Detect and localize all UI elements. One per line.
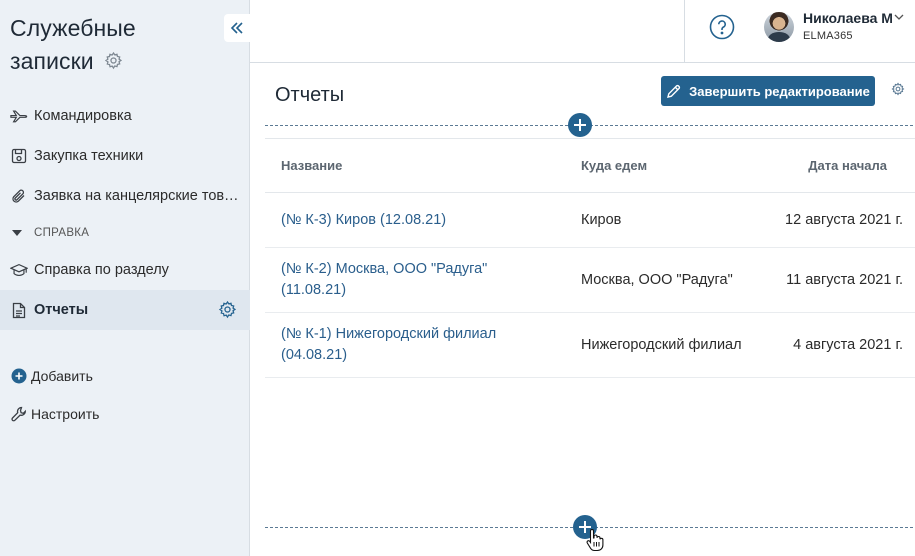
document-icon — [10, 301, 28, 319]
row-start-date: 12 августа 2021 г. — [785, 212, 903, 228]
top-header: Николаева М ELMA365 — [250, 0, 915, 63]
sidebar-item-komandirovka[interactable]: Командировка — [0, 96, 250, 136]
sidebar-item-label: Справка по разделу — [34, 262, 169, 278]
sidebar-item-otchety[interactable]: Отчеты — [0, 290, 250, 330]
double-chevron-left-icon — [230, 22, 243, 34]
app-settings-gear-icon[interactable] — [104, 46, 123, 79]
add-widget-top-button[interactable] — [568, 113, 592, 137]
main-content: Отчеты Завершить редактирование Название… — [250, 64, 915, 556]
column-header-name[interactable]: Название — [265, 158, 565, 173]
plane-icon — [10, 107, 28, 125]
table-row[interactable]: (№ К-3) Киров (12.08.21) Киров 12 август… — [265, 193, 915, 248]
sidebar-item-label: Заявка на канцелярские товары — [34, 188, 239, 204]
finish-editing-button[interactable]: Завершить редактирование — [661, 76, 875, 106]
table-row[interactable]: (№ К-2) Москва, ООО "Радуга" (11.08.21) … — [265, 248, 915, 313]
row-start-date: 4 августа 2021 г. — [793, 337, 903, 353]
page-title: Отчеты — [275, 84, 345, 106]
table-row[interactable]: (№ К-1) Нижегородский филиал (04.08.21) … — [265, 313, 915, 378]
wrench-icon — [10, 405, 28, 423]
page-settings-gear-icon[interactable] — [891, 82, 905, 101]
user-menu[interactable]: Николаева М ELMA365 — [764, 10, 914, 50]
help-button[interactable] — [709, 14, 735, 40]
sidebar-item-label: Отчеты — [34, 302, 89, 318]
row-start-date: 11 августа 2021 г. — [786, 272, 903, 288]
configure-label: Настроить — [31, 406, 100, 422]
sidebar-item-label: Закупка техники — [34, 148, 144, 164]
item-settings-gear-icon[interactable] — [218, 300, 237, 323]
section-label: СПРАВКА — [34, 227, 90, 239]
collapse-sidebar-button[interactable] — [224, 14, 250, 42]
user-name: Николаева М — [803, 10, 893, 26]
sidebar-nav: Командировка Закупка техники Заявка на к… — [0, 96, 250, 330]
question-circle-icon — [709, 14, 735, 40]
caret-down-icon — [12, 230, 22, 236]
row-destination: Нижегородский филиал — [581, 336, 742, 353]
reports-table: Название Куда едем Дата начала (№ К-3) К… — [265, 138, 915, 378]
plus-circle-icon — [10, 367, 28, 385]
column-header-start-date[interactable]: Дата начала — [765, 158, 915, 173]
paperclip-icon — [10, 187, 28, 205]
finish-button-label: Завершить редактирование — [689, 83, 870, 99]
pencil-icon — [666, 84, 681, 99]
sidebar-item-label: Командировка — [34, 108, 132, 124]
add-label: Добавить — [31, 368, 93, 384]
row-destination: Киров — [581, 211, 622, 228]
row-name-link[interactable]: (№ К-2) Москва, ООО "Радуга" (11.08.21) — [281, 261, 487, 298]
configure-button[interactable]: Настроить — [0, 396, 250, 432]
add-button[interactable]: Добавить — [0, 358, 250, 394]
header-divider — [684, 0, 685, 63]
table-header: Название Куда едем Дата начала — [265, 139, 915, 193]
sidebar-section-spravka[interactable]: СПРАВКА — [0, 216, 250, 250]
hand-pointer-cursor-icon — [586, 528, 604, 552]
app-title: Служебные записки — [10, 12, 210, 79]
row-destination: Москва, ООО "Радуга" — [581, 271, 733, 288]
floppy-disk-icon — [10, 147, 28, 165]
sidebar: Служебные записки Командировка Закупка т… — [0, 0, 250, 556]
row-name-link[interactable]: (№ К-1) Нижегородский филиал (04.08.21) — [281, 326, 496, 363]
row-name-link[interactable]: (№ К-3) Киров (12.08.21) — [281, 212, 446, 228]
sidebar-item-zayavka[interactable]: Заявка на канцелярские товары — [0, 176, 250, 216]
user-org: ELMA365 — [803, 30, 853, 42]
chevron-down-icon — [894, 14, 904, 20]
avatar — [764, 12, 794, 42]
sidebar-item-zakupka[interactable]: Закупка техники — [0, 136, 250, 176]
sidebar-item-spravka-po-razdelu[interactable]: Справка по разделу — [0, 250, 250, 290]
column-header-destination[interactable]: Куда едем — [565, 158, 765, 173]
graduation-cap-icon — [10, 261, 28, 279]
sidebar-actions: Добавить Настроить — [0, 358, 250, 434]
